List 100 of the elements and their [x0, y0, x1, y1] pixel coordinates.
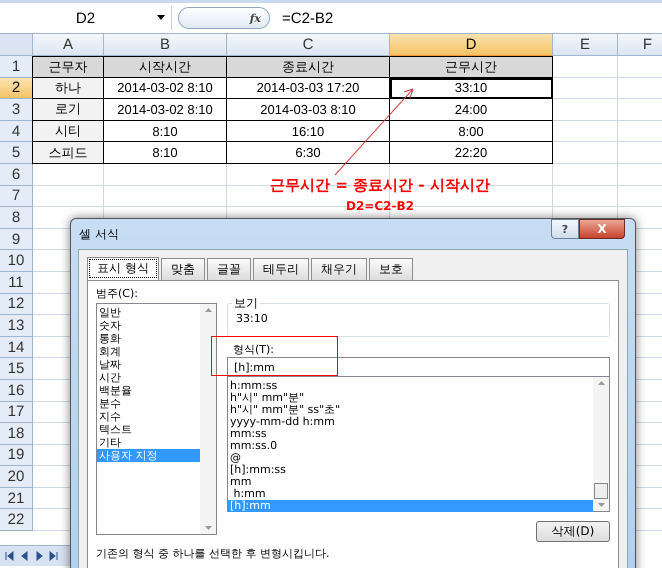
category-item[interactable]: 백분율	[97, 384, 200, 397]
insert-function-button[interactable]: fx	[178, 7, 270, 29]
category-item[interactable]: 시간	[97, 371, 200, 384]
row-header[interactable]: 10	[0, 250, 33, 272]
dialog-tab[interactable]: 표시 형식	[87, 257, 159, 280]
table-cell: 시티	[32, 120, 104, 142]
select-all-button[interactable]	[0, 34, 33, 56]
row-header[interactable]: 21	[0, 488, 33, 510]
table-cell: 2014-03-03 17:20	[227, 78, 390, 100]
format-item[interactable]: h:mm:ss	[228, 380, 593, 392]
category-item[interactable]: 일반	[97, 306, 200, 319]
row-header[interactable]: 1	[0, 56, 33, 78]
table-cell: 2014-03-03 8:10	[227, 99, 390, 121]
column-header[interactable]: A	[33, 34, 104, 56]
last-sheet-icon[interactable]	[49, 551, 59, 561]
scroll-up-icon[interactable]	[204, 308, 212, 312]
row-header[interactable]: 17	[0, 402, 33, 424]
previous-sheet-icon[interactable]	[19, 551, 29, 561]
row-header[interactable]: 16	[0, 380, 33, 402]
scroll-down-icon[interactable]	[204, 526, 212, 530]
row-header[interactable]: 15	[0, 358, 33, 380]
column-title-cell: 시작시간	[104, 56, 227, 78]
empty-cell[interactable]	[104, 164, 227, 186]
first-sheet-icon[interactable]	[4, 551, 14, 561]
help-button[interactable]: ?	[551, 219, 579, 239]
table-cell: 8:10	[104, 120, 227, 142]
table-cell: 8:10	[104, 142, 227, 164]
format-item[interactable]: mm	[228, 476, 593, 488]
table-cell: 8:00	[390, 120, 553, 142]
row-header[interactable]: 7	[0, 186, 33, 208]
category-item[interactable]: 지수	[97, 410, 200, 423]
row-header[interactable]: 20	[0, 466, 33, 488]
format-item[interactable]: mm:ss.0	[228, 440, 593, 452]
row-header[interactable]: 8	[0, 207, 33, 229]
empty-cell[interactable]	[553, 99, 618, 121]
category-item[interactable]: 텍스트	[97, 423, 200, 436]
dialog-tab[interactable]: 테두리	[252, 258, 309, 280]
row-header[interactable]: 3	[0, 99, 33, 121]
scroll-down-icon[interactable]	[598, 503, 604, 507]
category-item[interactable]: 숫자	[97, 319, 200, 332]
category-item[interactable]: 기타	[97, 436, 200, 449]
empty-cell[interactable]	[553, 78, 618, 100]
empty-cell[interactable]	[553, 186, 618, 208]
row-header[interactable]: 2	[0, 78, 33, 100]
dialog-tab[interactable]: 보호	[368, 258, 413, 280]
empty-cell[interactable]	[553, 120, 618, 142]
type-input-field[interactable]: [h]:mm	[227, 357, 610, 377]
column-header[interactable]: B	[104, 34, 227, 56]
column-header[interactable]: C	[227, 34, 390, 56]
dialog-tab[interactable]: 맞춤	[160, 258, 205, 280]
category-item[interactable]: 회계	[97, 345, 200, 358]
row-header[interactable]: 5	[0, 142, 33, 164]
row-header[interactable]: 4	[0, 120, 33, 142]
format-item[interactable]: [h]:mm:ss	[228, 464, 593, 476]
row-header[interactable]: 9	[0, 228, 33, 250]
category-item[interactable]: 통화	[97, 332, 200, 345]
format-item[interactable]: @	[228, 452, 593, 464]
delete-button[interactable]: 삭제(D)	[536, 521, 610, 542]
dialog-tab[interactable]: 글꼴	[206, 258, 251, 280]
format-item[interactable]: h:mm	[228, 488, 593, 500]
row-header[interactable]: 19	[0, 444, 33, 466]
scroll-thumb[interactable]	[594, 483, 608, 499]
category-item[interactable]: 분수	[97, 397, 200, 410]
empty-cell[interactable]	[104, 186, 227, 208]
table-cell: 2014-03-02 8:10	[104, 99, 227, 121]
column-header[interactable]: F	[618, 34, 662, 56]
table-cell: 스피드	[32, 142, 104, 164]
dialog-title: 셀 서식	[79, 226, 119, 242]
description-text: 기존의 형식 중 하나를 선택한 후 변형시킵니다.	[96, 547, 330, 561]
row-header[interactable]: 6	[0, 164, 33, 186]
column-header[interactable]: E	[553, 34, 618, 56]
sample-label: 보기	[232, 295, 260, 312]
table-cell: 33:10	[390, 78, 553, 100]
format-item[interactable]: mm:ss	[228, 428, 593, 440]
next-sheet-icon[interactable]	[34, 551, 44, 561]
row-header[interactable]: 22	[0, 509, 33, 532]
column-title-cell: 종료시간	[227, 56, 390, 78]
dialog-tab[interactable]: 채우기	[310, 258, 367, 280]
category-item[interactable]: 날짜	[97, 358, 200, 371]
format-item[interactable]: h"시" mm"분"	[228, 392, 593, 404]
name-box[interactable]: D2	[0, 6, 172, 30]
table-cell: 6:30	[227, 142, 390, 164]
format-item[interactable]: yyyy-mm-dd h:mm	[228, 416, 593, 428]
column-header[interactable]: D	[390, 34, 553, 56]
annotation-formula: D2=C2-B2	[346, 199, 414, 213]
category-label: 범주(C):	[96, 287, 139, 301]
row-header[interactable]: 14	[0, 336, 33, 358]
type-label: 형식(T):	[232, 343, 276, 357]
sample-value: 33:10	[236, 312, 268, 325]
empty-cell[interactable]	[553, 164, 618, 186]
row-header[interactable]: 12	[0, 294, 33, 316]
row-header[interactable]: 13	[0, 315, 33, 337]
format-item[interactable]: h"시" mm"분" ss"초"	[228, 404, 593, 416]
column-title-cell: 근무자	[32, 56, 104, 78]
formula-text[interactable]: =C2-B2	[282, 10, 334, 26]
scroll-up-icon[interactable]	[598, 381, 604, 385]
table-cell: 24:00	[390, 99, 553, 121]
empty-cell[interactable]	[553, 142, 618, 164]
row-header[interactable]: 18	[0, 423, 33, 445]
row-header[interactable]: 11	[0, 272, 33, 294]
